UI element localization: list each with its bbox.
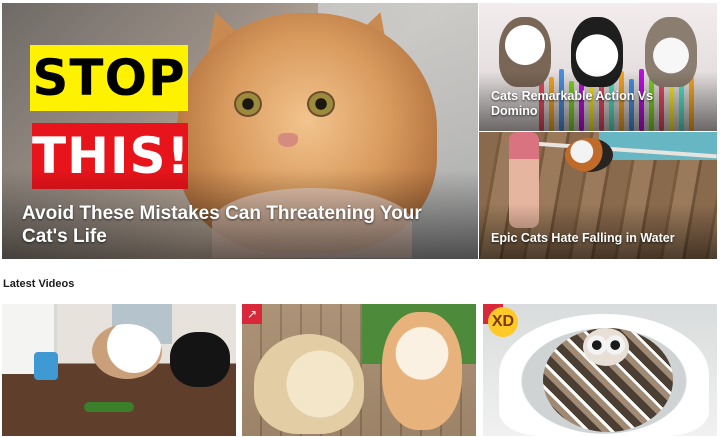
cat-eye-right bbox=[307, 91, 335, 117]
featured-side-card-2[interactable]: Epic Cats Hate Falling in Water bbox=[479, 132, 717, 259]
featured-main-title[interactable]: Avoid These Mistakes Can Threatening You… bbox=[22, 202, 462, 248]
cat-image bbox=[382, 312, 462, 430]
featured-side-title-2[interactable]: Epic Cats Hate Falling in Water bbox=[491, 231, 711, 246]
cat-image bbox=[92, 324, 162, 379]
video-thumbnail[interactable]: ↗ bbox=[242, 304, 476, 436]
video-thumbnail[interactable] bbox=[2, 304, 236, 436]
cat-image bbox=[565, 138, 613, 172]
laughing-emoji-icon: XD bbox=[488, 307, 518, 337]
latest-videos-heading: Latest Videos bbox=[3, 278, 75, 290]
cat-eye-left bbox=[234, 91, 262, 117]
cat-image bbox=[170, 332, 230, 387]
cat-nose bbox=[278, 133, 298, 147]
dog-image bbox=[254, 334, 364, 434]
video-thumbnail[interactable]: ↗ XD bbox=[483, 304, 717, 436]
jar-image bbox=[34, 352, 58, 380]
trending-icon: ↗ bbox=[242, 304, 262, 324]
stop-overlay-text: STOP bbox=[30, 45, 188, 111]
featured-main-card[interactable]: STOP THIS! Avoid These Mistakes Can Thre… bbox=[2, 3, 478, 259]
cucumber-image bbox=[84, 402, 134, 412]
featured-side-title-1[interactable]: Cats Remarkable Action Vs Domino bbox=[491, 89, 691, 119]
featured-side-card-1[interactable]: Cats Remarkable Action Vs Domino bbox=[479, 3, 717, 131]
cat-face-image bbox=[583, 328, 629, 366]
